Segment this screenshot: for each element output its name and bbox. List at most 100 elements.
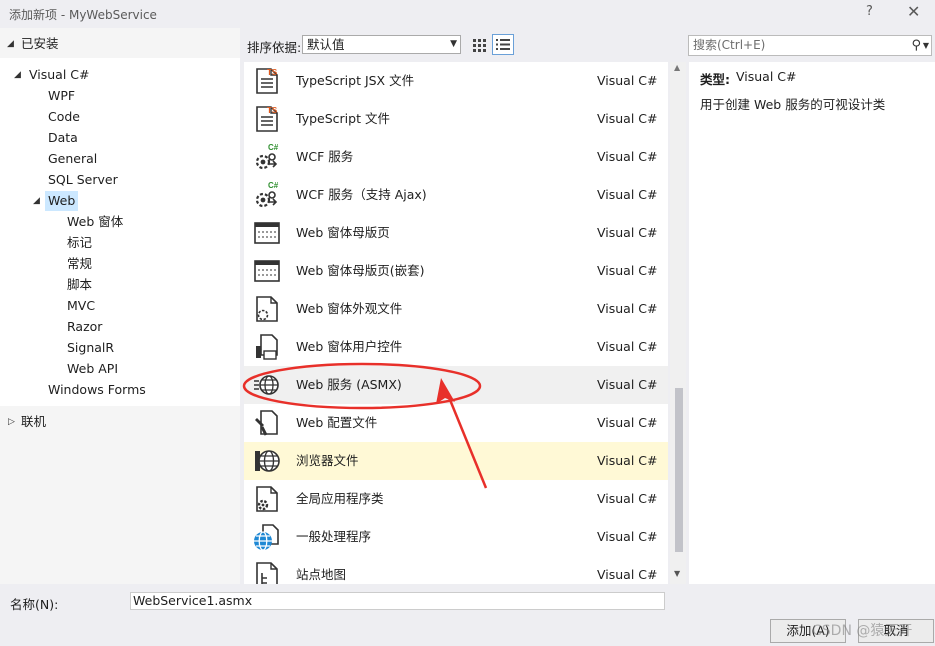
template-item[interactable]: TS TypeScript JSX 文件 Visual C# <box>244 62 668 100</box>
tree-item-label: General <box>48 151 98 166</box>
template-item[interactable]: 浏览器文件 Visual C# <box>244 442 668 480</box>
web-config-icon <box>252 408 282 438</box>
skin-file-icon <box>252 294 282 324</box>
search-placeholder: 搜索(Ctrl+E) <box>693 38 766 52</box>
tree-item-label: 脚本 <box>67 277 93 292</box>
collapse-arrow-icon[interactable]: ◢ <box>14 65 21 85</box>
tree-item-label: Visual C# <box>29 67 90 82</box>
tree-item[interactable]: Data <box>0 128 240 148</box>
tree-item[interactable]: 脚本 <box>0 275 240 295</box>
collapse-arrow-icon[interactable]: ◢ <box>33 191 40 211</box>
template-item-name: WCF 服务 <box>296 149 354 164</box>
tree-item[interactable]: 常规 <box>0 254 240 274</box>
user-control-icon <box>252 332 282 362</box>
tree-item-label: Web <box>45 191 79 211</box>
tree-item[interactable]: ◢ Visual C# <box>0 65 240 85</box>
sort-label: 排序依据: <box>247 40 302 55</box>
web-service-icon <box>252 370 282 400</box>
template-item-name: Web 配置文件 <box>296 415 378 430</box>
sort-select[interactable]: 默认值 ▼ <box>302 35 461 54</box>
wcf-ajax-service-icon: C# <box>252 180 282 210</box>
template-item-language: Visual C# <box>597 529 658 544</box>
browser-file-icon <box>252 446 282 476</box>
template-item-name: 站点地图 <box>296 567 347 582</box>
list-view-button[interactable] <box>492 34 514 55</box>
template-item-language: Visual C# <box>597 73 658 88</box>
installed-label: 已安装 <box>21 36 59 51</box>
tree-item-label: SignalR <box>67 340 115 355</box>
search-dropdown-icon[interactable]: ▼ <box>923 36 929 55</box>
item-description: 用于创建 Web 服务的可视设计类 <box>700 97 886 112</box>
template-item-language: Visual C# <box>597 567 658 582</box>
collapse-arrow-icon[interactable]: ◢ <box>7 34 14 54</box>
tree-item-label: Windows Forms <box>48 382 146 397</box>
help-button[interactable]: ? <box>866 4 873 19</box>
template-item-language: Visual C# <box>597 339 658 354</box>
template-item[interactable]: 一般处理程序 Visual C# <box>244 518 668 556</box>
generic-handler-icon <box>252 522 282 552</box>
tree-item[interactable]: 标记 <box>0 233 240 253</box>
svg-text:C#: C# <box>268 143 279 152</box>
expand-arrow-icon[interactable]: ▷ <box>8 412 15 432</box>
tree-item-label: SQL Server <box>48 172 118 187</box>
tree-item[interactable]: MVC <box>0 296 240 316</box>
template-item[interactable]: Web 窗体用户控件 Visual C# <box>244 328 668 366</box>
template-item-name: Web 服务 (ASMX) <box>296 377 402 392</box>
template-item-name: TypeScript JSX 文件 <box>296 73 415 88</box>
template-item-name: 全局应用程序类 <box>296 491 384 506</box>
template-item-name: WCF 服务（支持 Ajax) <box>296 187 427 202</box>
template-item[interactable]: C# WCF 服务（支持 Ajax) Visual C# <box>244 176 668 214</box>
tree-item-label: Data <box>48 130 78 145</box>
template-item[interactable]: Web 服务 (ASMX) Visual C# <box>244 366 668 404</box>
scroll-down-icon[interactable]: ▼ <box>674 569 680 578</box>
scroll-up-icon[interactable]: ▲ <box>674 63 680 72</box>
global-app-class-icon <box>252 484 282 514</box>
svg-text:TS: TS <box>267 106 278 115</box>
tree-item-label: WPF <box>48 88 76 103</box>
template-item[interactable]: 站点地图 Visual C# <box>244 556 668 584</box>
template-item[interactable]: Web 配置文件 Visual C# <box>244 404 668 442</box>
template-item[interactable]: C# WCF 服务 Visual C# <box>244 138 668 176</box>
template-item[interactable]: Web 窗体母版页(嵌套) Visual C# <box>244 252 668 290</box>
tree-item[interactable]: General <box>0 149 240 169</box>
watermark: CSDN @猿天开 <box>812 623 913 639</box>
template-item-language: Visual C# <box>597 263 658 278</box>
tree-item[interactable]: WPF <box>0 86 240 106</box>
grid-view-icon[interactable] <box>469 35 489 55</box>
template-item-language: Visual C# <box>597 111 658 126</box>
tree-item[interactable]: ◢ Web <box>0 191 240 211</box>
tree-item[interactable]: Razor <box>0 317 240 337</box>
template-item[interactable]: Web 窗体外观文件 Visual C# <box>244 290 668 328</box>
tree-item-label: MVC <box>67 298 96 313</box>
template-item[interactable]: Web 窗体母版页 Visual C# <box>244 214 668 252</box>
template-item-language: Visual C# <box>597 377 658 392</box>
tree-item[interactable]: Web API <box>0 359 240 379</box>
search-input[interactable]: 搜索(Ctrl+E) ⚲ ▼ <box>688 35 932 56</box>
close-button[interactable]: ✕ <box>907 2 920 21</box>
template-item-name: 浏览器文件 <box>296 453 359 468</box>
template-item-name: Web 窗体母版页(嵌套) <box>296 263 425 278</box>
tree-item[interactable]: Code <box>0 107 240 127</box>
nested-master-page-icon <box>252 256 282 286</box>
details-panel <box>689 62 935 584</box>
tree-item[interactable]: SQL Server <box>0 170 240 190</box>
template-item-name: Web 窗体外观文件 <box>296 301 403 316</box>
search-icon[interactable]: ⚲ <box>911 36 921 55</box>
template-item-name: TypeScript 文件 <box>296 111 390 126</box>
sort-select-value: 默认值 <box>307 37 345 52</box>
tree-item-label: 常规 <box>67 256 93 271</box>
template-item-language: Visual C# <box>597 149 658 164</box>
tree-item[interactable]: SignalR <box>0 338 240 358</box>
name-field[interactable]: WebService1.asmx <box>130 592 665 610</box>
tree-item[interactable]: Windows Forms <box>0 380 240 400</box>
tree-item[interactable]: Web 窗体 <box>0 212 240 232</box>
template-item[interactable]: TS TypeScript 文件 Visual C# <box>244 100 668 138</box>
template-list: TS TypeScript JSX 文件 Visual C# TS TypeScript… <box>244 62 668 584</box>
template-item-language: Visual C# <box>597 225 658 240</box>
template-item[interactable]: 全局应用程序类 Visual C# <box>244 480 668 518</box>
template-item-name: Web 窗体用户控件 <box>296 339 403 354</box>
tree-item-label: Code <box>48 109 81 124</box>
template-item-name: 一般处理程序 <box>296 529 372 544</box>
wcf-service-icon: C# <box>252 142 282 172</box>
scrollbar-thumb[interactable] <box>675 388 683 552</box>
